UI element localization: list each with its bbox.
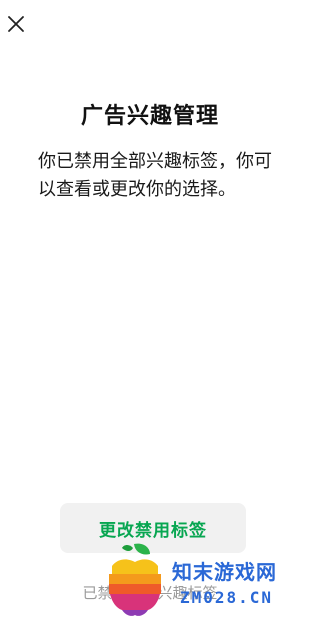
watermark-site-name: 知末游戏网 (172, 560, 277, 584)
page-description: 你已禁用全部兴趣标签，你可以查看或更改你的选择。 (38, 151, 272, 200)
watermark-site-domain: ZM028.CN (180, 588, 274, 607)
page-title: 广告兴趣管理 (80, 104, 219, 129)
apple-logo-icon (109, 543, 161, 616)
watermark: 知末游戏网 ZM028.CN (100, 540, 296, 618)
close-button[interactable] (4, 12, 28, 36)
close-icon (8, 16, 24, 32)
